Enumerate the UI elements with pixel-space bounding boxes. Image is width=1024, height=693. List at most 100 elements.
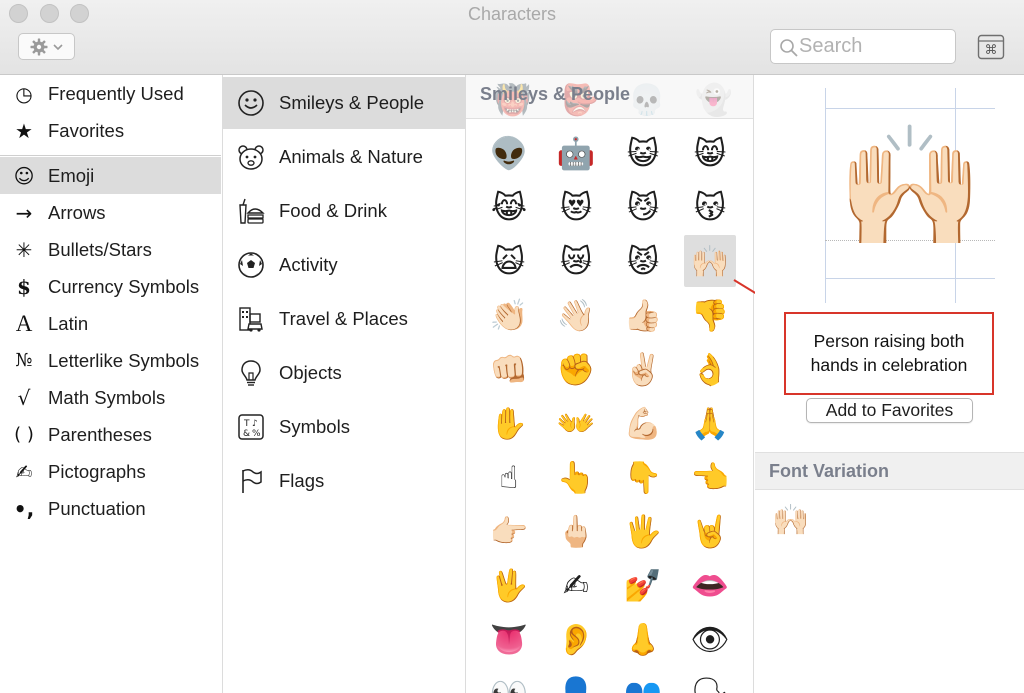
emoji-cell[interactable]: 👊🏻 xyxy=(483,343,535,395)
font-variation-label: Font Variation xyxy=(769,461,890,481)
emoji-cell[interactable]: 🙏 xyxy=(684,397,736,449)
faded-emoji: 💀 xyxy=(628,84,666,117)
category-label: Activity xyxy=(279,254,338,275)
action-menu-button[interactable] xyxy=(18,33,75,60)
sidebar-item-label: Parentheses xyxy=(48,423,152,445)
emoji-cell[interactable]: 😺 xyxy=(617,127,669,179)
sidebar-item-arrows[interactable]: → Arrows xyxy=(0,194,221,231)
sidebar-item-emoji[interactable]: ☺ Emoji xyxy=(0,157,221,194)
emoji-cell[interactable]: 👋🏻 xyxy=(550,289,602,341)
emoji-cell[interactable]: 👤 xyxy=(550,667,602,693)
emoji-cell[interactable]: 🖖 xyxy=(483,559,535,611)
emoji-cell[interactable]: 👁 xyxy=(684,613,736,665)
emoji-cell[interactable]: ✍ xyxy=(550,559,602,611)
category-animals-nature[interactable]: Animals & Nature xyxy=(223,131,465,183)
chevron-down-icon xyxy=(53,43,63,50)
emoji-cell[interactable]: 👈 xyxy=(684,451,736,503)
emoji-cell[interactable]: 👽 xyxy=(483,127,535,179)
emoji-grid: 👽 🤖 😺 😸 😹 😻 😼 😽 🙀 😿 😾 🙌🏻 👏🏻 👋🏻 👍🏻 👎 👊🏻 ✊ ✌🏻 👌 ✋ 👐 💪🏻 🙏 ☝ 👆 👇 👈 👉🏻 🖕🏻 🖐… xyxy=(466,75,754,693)
sidebar-item-bullets-stars[interactable]: ✳ Bullets/Stars xyxy=(0,231,221,268)
keyboard-viewer-icon[interactable]: ⌘ xyxy=(977,34,1005,60)
svg-text:%: % xyxy=(252,429,261,439)
sidebar-divider xyxy=(0,155,221,156)
emoji-cell[interactable]: 👏🏻 xyxy=(483,289,535,341)
category-objects[interactable]: Objects xyxy=(223,347,465,399)
emoji-cell[interactable]: 👌 xyxy=(684,343,736,395)
sidebar-item-pictographs[interactable]: ✍ Pictographs xyxy=(0,453,221,490)
clock-icon: ◷ xyxy=(15,81,33,106)
bear-icon xyxy=(223,143,279,171)
svg-text:♪: ♪ xyxy=(252,419,258,429)
sidebar-item-frequently-used[interactable]: ◷ Frequently Used xyxy=(0,75,221,112)
search-icon xyxy=(780,39,798,57)
emoji-cell[interactable]: 🤘 xyxy=(684,505,736,557)
emoji-cell[interactable]: 👉🏻 xyxy=(483,505,535,557)
emoji-cell[interactable]: 🗣 xyxy=(684,667,736,693)
lightbulb-icon xyxy=(223,359,279,387)
punctuation-icon: •, xyxy=(13,496,35,521)
character-name-callout: Person raising both hands in celebration xyxy=(784,312,994,395)
emoji-cell[interactable]: ✊ xyxy=(550,343,602,395)
emoji-cell[interactable]: 👇 xyxy=(617,451,669,503)
sidebar-item-label: Currency Symbols xyxy=(48,275,200,297)
arrow-icon: → xyxy=(15,200,33,225)
emoji-cell[interactable]: 👀 xyxy=(483,667,535,693)
emoji-cell[interactable]: 👆 xyxy=(550,451,602,503)
sidebar-item-currency-symbols[interactable]: $ Currency Symbols xyxy=(0,268,221,305)
sidebar-item-math-symbols[interactable]: √ Math Symbols xyxy=(0,379,221,416)
emoji-cell[interactable]: 👐 xyxy=(550,397,602,449)
emoji-cell[interactable]: 💅 xyxy=(617,559,669,611)
emoji-cell[interactable]: 😾 xyxy=(617,235,669,287)
glyph-preview: 🙌🏻 xyxy=(825,88,995,303)
emoji-cell[interactable]: 😿 xyxy=(550,235,602,287)
emoji-cell[interactable]: 😻 xyxy=(550,181,602,233)
category-symbols[interactable]: T ♪ &% Symbols xyxy=(223,401,465,453)
emoji-cell[interactable]: 🙀 xyxy=(483,235,535,287)
emoji-cell[interactable]: 🤖 xyxy=(550,127,602,179)
building-car-icon xyxy=(223,305,279,333)
sidebar-item-letterlike-symbols[interactable]: № Letterlike Symbols xyxy=(0,342,221,379)
emoji-cell[interactable]: 🖐 xyxy=(617,505,669,557)
sidebar-item-favorites[interactable]: ★ Favorites xyxy=(0,112,221,149)
category-label: Objects xyxy=(279,362,342,383)
category-smileys-people[interactable]: Smileys & People xyxy=(223,77,465,129)
emoji-cell[interactable]: 👄 xyxy=(684,559,736,611)
sidebar-item-label: Arrows xyxy=(48,201,106,223)
emoji-cell[interactable]: 💪🏻 xyxy=(617,397,669,449)
sidebar-item-label: Favorites xyxy=(48,119,125,141)
character-inspector: 🙌🏻 Person raising both hands in celebrat… xyxy=(755,75,1024,693)
sidebar-item-latin[interactable]: A Latin xyxy=(0,305,221,342)
guide-line xyxy=(825,278,995,279)
emoji-cell[interactable]: ✋ xyxy=(483,397,535,449)
emoji-cell[interactable]: 👂 xyxy=(550,613,602,665)
emoji-cell[interactable]: 🖕🏻 xyxy=(550,505,602,557)
category-activity[interactable]: Activity xyxy=(223,239,465,291)
dollar-icon: $ xyxy=(17,274,31,299)
emoji-cell[interactable]: 😽 xyxy=(684,181,736,233)
flag-icon xyxy=(223,467,279,495)
category-flags[interactable]: Flags xyxy=(223,455,465,507)
emoji-cell[interactable]: ✌🏻 xyxy=(617,343,669,395)
font-variation-item[interactable]: 🙌🏻 xyxy=(772,503,809,538)
sidebar-item-punctuation[interactable]: •, Punctuation xyxy=(0,490,221,527)
emoji-cell[interactable]: 😸 xyxy=(684,127,736,179)
sidebar-item-parentheses[interactable]: ( ) Parentheses xyxy=(0,416,221,453)
category-food-drink[interactable]: Food & Drink xyxy=(223,185,465,237)
emoji-cell[interactable]: 👍🏻 xyxy=(617,289,669,341)
emoji-cell[interactable]: ☝ xyxy=(483,451,535,503)
smiley-icon xyxy=(223,89,279,117)
symbols-icon: T ♪ &% xyxy=(223,413,279,441)
search-placeholder: Search xyxy=(799,35,863,57)
search-field[interactable]: Search xyxy=(770,29,956,64)
asterisk-icon: ✳ xyxy=(15,237,33,262)
parentheses-icon: ( ) xyxy=(14,423,34,445)
emoji-cell[interactable]: 😼 xyxy=(617,181,669,233)
emoji-cell[interactable]: 👃 xyxy=(617,613,669,665)
numero-icon: № xyxy=(15,349,33,371)
add-to-favorites-button[interactable]: Add to Favorites xyxy=(806,398,973,423)
emoji-cell[interactable]: 👅 xyxy=(483,613,535,665)
category-travel-places[interactable]: Travel & Places xyxy=(223,293,465,345)
category-label: Symbols xyxy=(279,416,350,437)
emoji-cell[interactable]: 😹 xyxy=(483,181,535,233)
emoji-cell[interactable]: 👥 xyxy=(617,667,669,693)
